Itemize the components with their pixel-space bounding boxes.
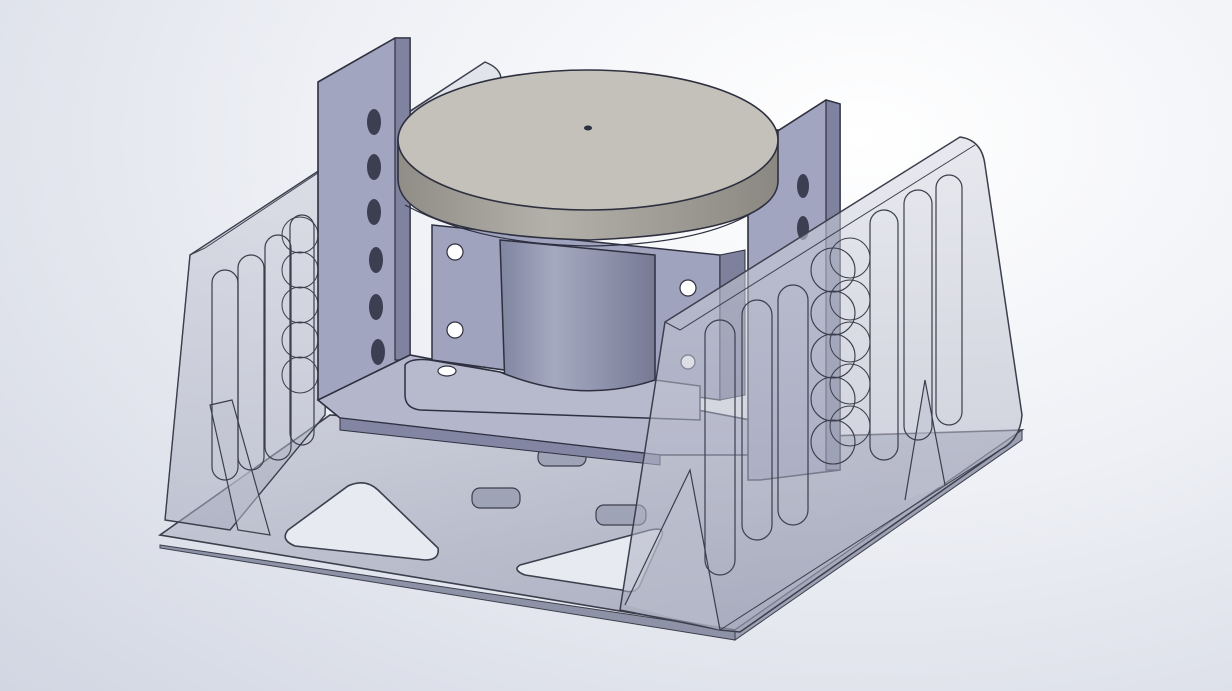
round-disc[interactable]: [397, 69, 779, 247]
cad-model-render[interactable]: [0, 0, 1232, 691]
cad-viewport[interactable]: [0, 0, 1232, 691]
